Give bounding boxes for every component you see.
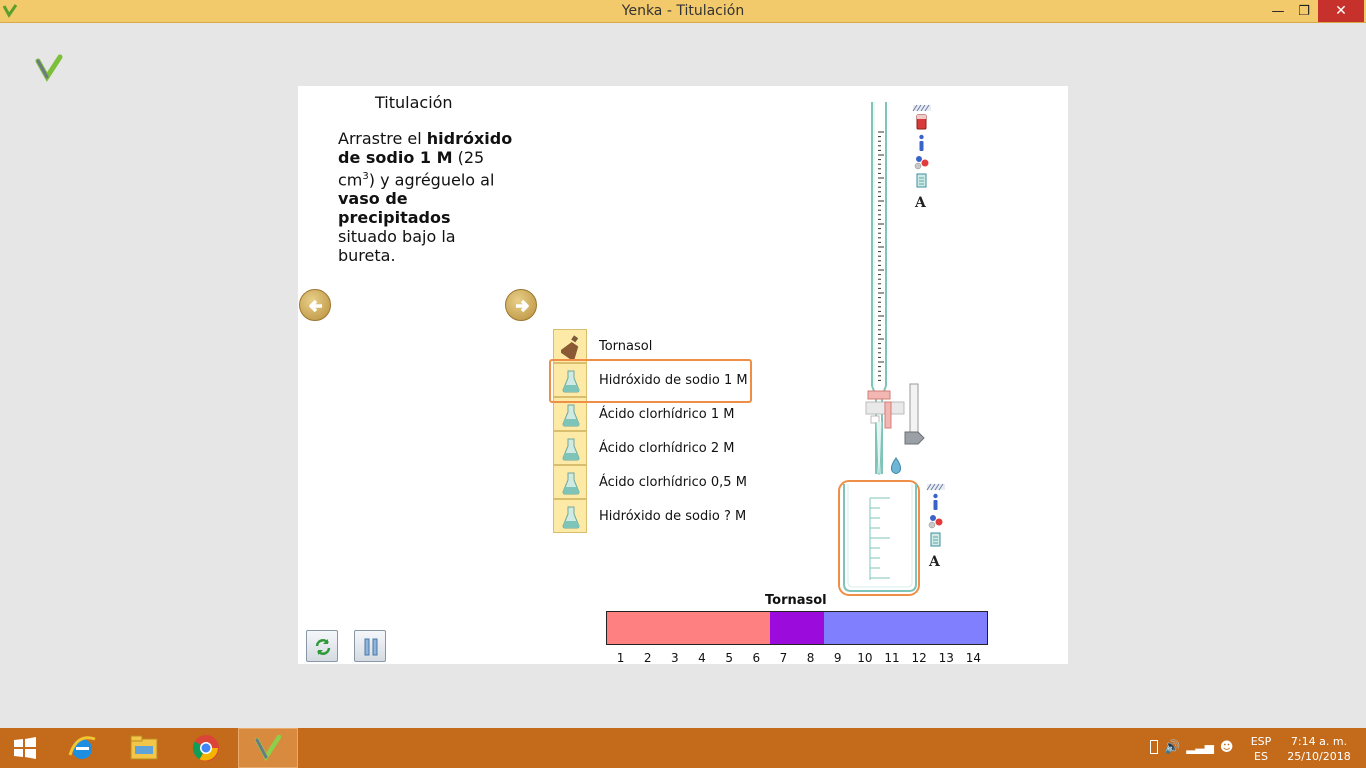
ph-tick-label: 10 [857,651,873,665]
indicator-color-scale [606,611,988,645]
minimize-button[interactable]: — [1264,0,1292,22]
burette[interactable] [865,102,905,475]
close-icon: ✕ [1335,3,1347,19]
volume-icon[interactable]: 🔊 [1164,740,1180,768]
ph-tick-label: 8 [806,651,815,665]
refresh-icon [315,639,331,655]
language-code: ESP [1250,735,1272,748]
ph-tick-label: 2 [643,651,652,665]
input-language[interactable]: ESP ES [1245,734,1277,768]
keyboard-layout: ES [1254,750,1268,763]
fill-icon[interactable] [916,114,927,130]
stopcock-lever[interactable] [904,383,925,445]
file-explorer-icon [130,735,158,760]
burette-toolbar: A [911,103,931,213]
info-icon[interactable] [919,134,924,151]
battery-icon[interactable] [1150,740,1158,754]
burette-scale [878,131,884,381]
ph-tick-label: 5 [725,651,733,665]
taskbar-file-explorer[interactable] [114,728,174,768]
windows-start-icon [14,737,36,759]
title-bar: Yenka - Titulación — ❐ ✕ [0,0,1366,23]
beaker-icon[interactable] [916,173,927,188]
beaker[interactable] [838,480,920,596]
taskbar: 🔊 ▂▃▅ ☻ ESP ES 7:14 a. m. 25/10/2018 [0,728,1366,768]
hatch-handle-icon[interactable] [912,104,931,112]
ph-tick-label: 12 [911,651,927,665]
svg-text:A: A [914,195,927,211]
ph-tick-label: 6 [752,651,761,665]
yenka-logo-icon [35,54,63,82]
clock-date: 25/10/2018 [1287,750,1351,763]
ph-tick-label: 14 [965,651,982,665]
simulation-panel: Titulación Arrastre el hidróxido de sodi… [298,86,1068,665]
restore-button[interactable]: ❐ [1292,0,1316,22]
ph-tick-label: 9 [833,651,842,665]
app-tray-icon[interactable]: ☻ [1220,740,1234,768]
reset-button[interactable] [306,630,338,662]
pause-icon [364,638,378,656]
window-title: Yenka - Titulación [621,3,745,19]
yenka-icon [254,734,282,762]
ph-tick-label: 4 [698,651,706,665]
hatch-handle-icon[interactable] [926,483,945,491]
network-signal-icon[interactable]: ▂▃▅ [1186,740,1214,768]
ph-tick-label: 11 [884,651,900,665]
ph-tick-labels: 1 2 3 4 5 6 7 8 9 10 11 12 13 14 [606,651,988,665]
molecule-icon[interactable] [914,156,929,170]
beaker-toolbar: A [925,482,945,572]
start-button[interactable] [0,728,50,768]
taskbar-yenka[interactable] [238,728,298,768]
info-icon[interactable] [933,493,938,510]
taskbar-internet-explorer[interactable] [52,728,112,768]
water-drop-icon [891,457,901,474]
molecule-icon[interactable] [928,515,943,529]
text-icon[interactable]: A [928,554,941,570]
text-icon[interactable]: A [914,195,927,211]
svg-text:A: A [928,554,941,570]
beaker-scale [869,497,890,580]
ph-tick-label: 13 [938,651,954,665]
close-button[interactable]: ✕ [1318,0,1364,22]
chrome-icon [192,735,219,761]
titration-apparatus [838,102,925,596]
minimize-icon: — [1271,3,1285,19]
scale-segment [824,612,987,644]
indicator-scale-title: Tornasol [765,593,827,608]
beaker-icon[interactable] [930,532,941,547]
taskbar-chrome[interactable] [176,728,236,768]
system-clock[interactable]: 7:14 a. m. 25/10/2018 [1283,734,1355,768]
scale-segment [769,612,825,644]
internet-explorer-icon [68,736,96,759]
restore-icon: ❐ [1298,3,1310,19]
ph-tick-label: 7 [779,651,788,665]
system-tray-icons: 🔊 ▂▃▅ ☻ [1150,740,1233,768]
ph-tick-label: 3 [671,651,679,665]
clock-time: 7:14 a. m. [1290,735,1348,748]
ph-tick-label: 1 [616,651,625,665]
pause-button[interactable] [354,630,386,662]
scale-segment [607,612,770,644]
